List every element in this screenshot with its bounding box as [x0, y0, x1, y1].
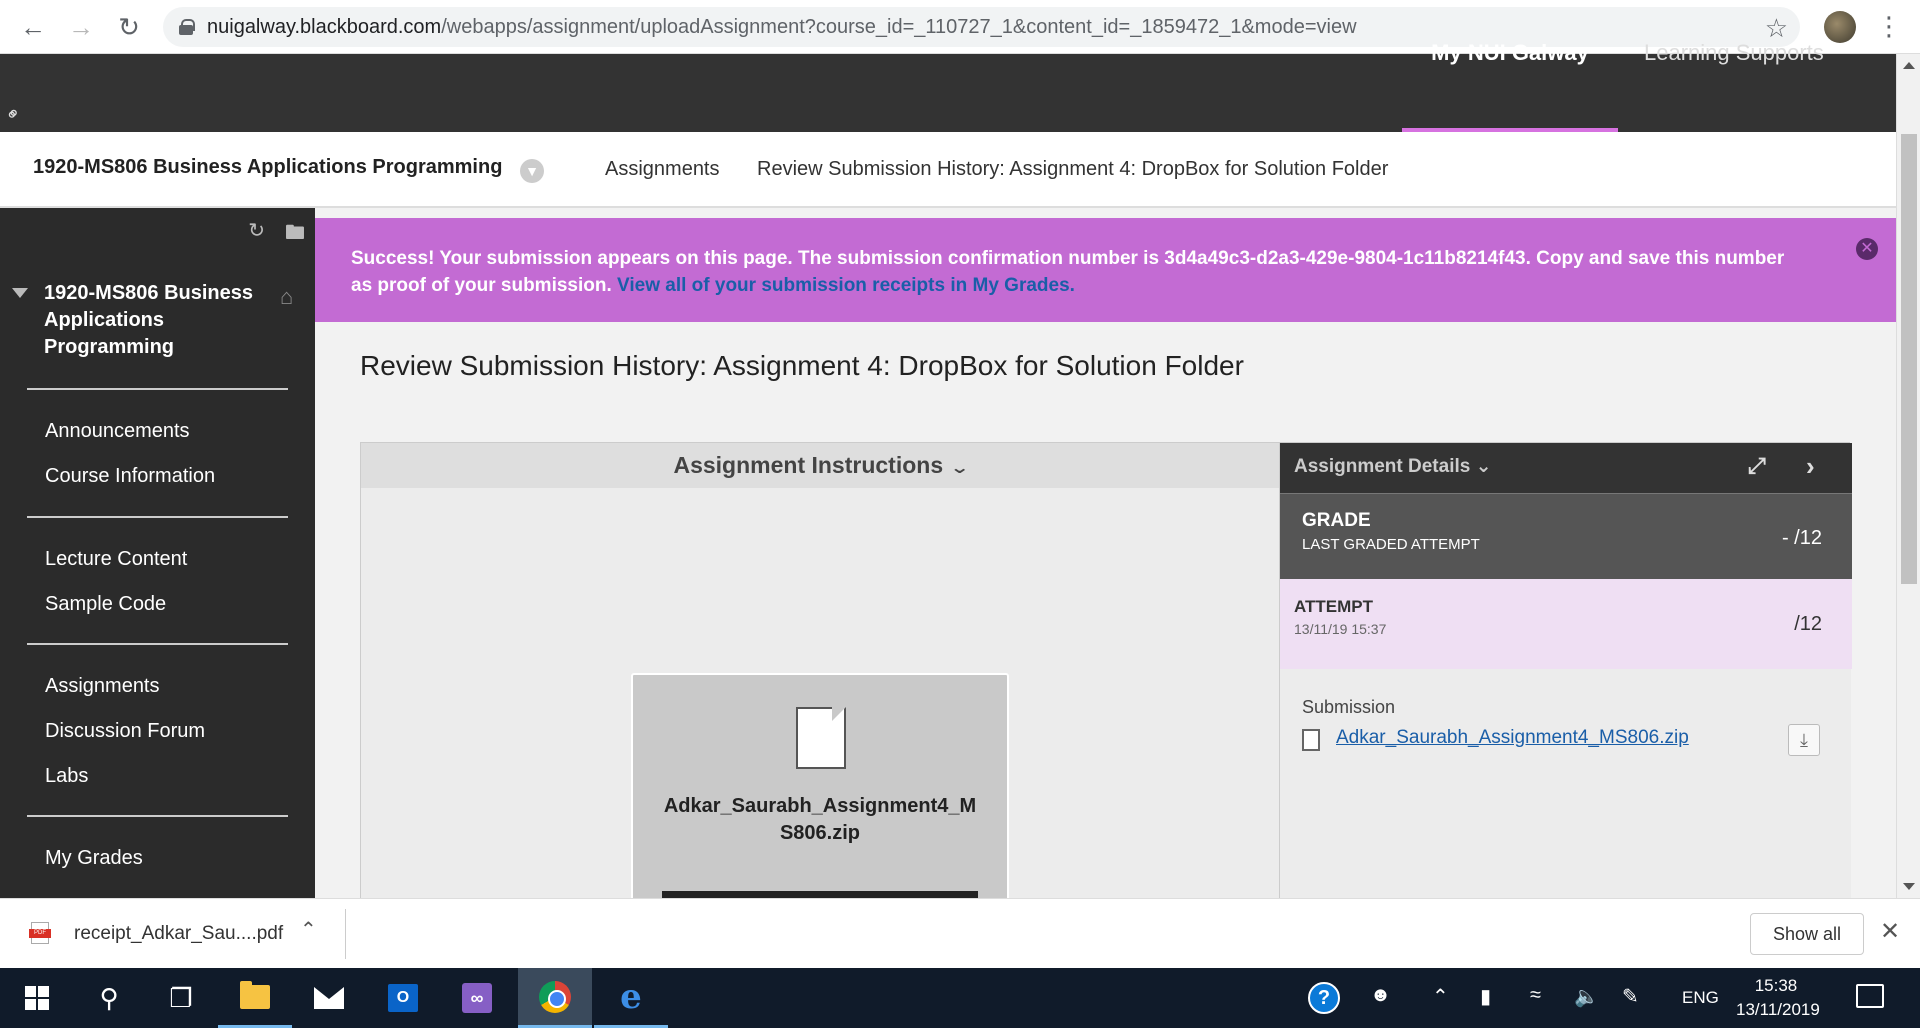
- file-preview-card[interactable]: Adkar_Saurabh_Assignment4_MS806.zip: [631, 673, 1009, 898]
- home-icon[interactable]: ⌂: [280, 284, 293, 310]
- forward-icon[interactable]: →: [64, 10, 98, 44]
- download-icon[interactable]: ⤓: [1788, 724, 1820, 756]
- battery-icon[interactable]: ▮: [1480, 984, 1491, 1009]
- browser-menu-icon[interactable]: ⋮: [1876, 10, 1902, 44]
- wifi-icon[interactable]: ≈: [1530, 984, 1541, 1007]
- file-icon: [1302, 729, 1320, 751]
- chevron-down-icon: ⌄: [949, 460, 970, 477]
- sidebar-item-announcements[interactable]: Announcements: [45, 420, 190, 443]
- sidebar-item-my-grades[interactable]: My Grades: [45, 847, 143, 870]
- page-scrollbar[interactable]: [1896, 54, 1920, 898]
- chevron-right-icon[interactable]: ›: [1806, 451, 1815, 482]
- chrome-icon[interactable]: [518, 968, 592, 1028]
- instructions-toggle[interactable]: Assignment Instructions ⌄: [361, 443, 1279, 488]
- preview-file-name: Adkar_Saurabh_Assignment4_MS806.zip: [663, 795, 977, 844]
- sidebar-item-assignments[interactable]: Assignments: [45, 675, 160, 698]
- link-icon[interactable]: ⚭: [1, 102, 27, 128]
- reload-icon[interactable]: ↻: [112, 10, 146, 44]
- main-content: Success! Your submission appears on this…: [315, 208, 1896, 898]
- file-icon: [796, 707, 846, 769]
- help-icon[interactable]: ?: [1308, 982, 1340, 1014]
- language-indicator[interactable]: ENG: [1682, 988, 1719, 1008]
- attempt-row[interactable]: ATTEMPT 13/11/19 15:37 /12: [1280, 579, 1852, 669]
- scroll-up-icon[interactable]: [1903, 62, 1915, 69]
- chevron-up-icon[interactable]: ⌃: [1432, 984, 1449, 1009]
- mail-icon[interactable]: [292, 968, 366, 1028]
- pdf-icon: [29, 922, 51, 944]
- chevron-up-icon[interactable]: ⌃: [300, 917, 317, 942]
- course-menu: ↻ 🖿 1920-MS806 Business Applications Pro…: [0, 208, 315, 898]
- divider: [27, 388, 288, 390]
- success-banner: Success! Your submission appears on this…: [315, 218, 1896, 322]
- grade-summary: GRADE LAST GRADED ATTEMPT - /12: [1280, 493, 1852, 579]
- submission-label: Submission: [1302, 697, 1396, 717]
- sidebar-item-course-information[interactable]: Course Information: [45, 465, 215, 488]
- breadcrumb-current: Review Submission History: Assignment 4:…: [757, 158, 1389, 180]
- lock-icon: [179, 19, 195, 35]
- sidebar-item-lecture-content[interactable]: Lecture Content: [45, 548, 187, 571]
- scroll-down-icon[interactable]: [1903, 883, 1915, 890]
- details-header[interactable]: Assignment Details ⌄ ⤢ ›: [1280, 443, 1852, 493]
- breadcrumb-assignments[interactable]: Assignments: [605, 158, 720, 181]
- attempt-value: /12: [1794, 613, 1822, 635]
- visual-studio-icon[interactable]: ∞: [440, 968, 514, 1028]
- close-icon[interactable]: ✕: [1880, 917, 1900, 946]
- tab-my-nui-galway[interactable]: My NUI Galway: [1402, 42, 1618, 132]
- search-icon[interactable]: ⚲: [72, 968, 146, 1028]
- page-title: Review Submission History: Assignment 4:…: [360, 350, 1244, 381]
- windows-start-icon[interactable]: [0, 968, 74, 1028]
- tab-learning-supports[interactable]: Learning Supports: [1644, 42, 1824, 132]
- edge-icon[interactable]: e: [594, 968, 668, 1028]
- attempt-date: 13/11/19 15:37: [1294, 621, 1387, 637]
- refresh-icon[interactable]: ↻: [248, 218, 265, 252]
- task-view-icon[interactable]: ❐: [144, 968, 218, 1028]
- sidebar-item-discussion-forum[interactable]: Discussion Forum: [45, 720, 205, 743]
- site-header: ⚭ My NUI Galway Learning Supports: [0, 42, 1896, 132]
- show-all-button[interactable]: Show all: [1750, 913, 1864, 955]
- file-explorer-icon[interactable]: [218, 968, 292, 1028]
- scroll-thumb[interactable]: [1901, 134, 1917, 584]
- people-icon[interactable]: ☻: [1370, 984, 1391, 1007]
- notification-icon[interactable]: [1856, 984, 1884, 1008]
- url-text: nuigalway.blackboard.com/webapps/assignm…: [207, 15, 1357, 38]
- sidebar-item-labs[interactable]: Labs: [45, 765, 88, 788]
- collapse-caret-icon[interactable]: [12, 288, 28, 298]
- folder-view-icon[interactable]: 🖿: [285, 218, 305, 252]
- clock[interactable]: 15:38 13/11/2019: [1736, 974, 1820, 1022]
- downloaded-file[interactable]: receipt_Adkar_Sau....pdf: [74, 923, 283, 945]
- volume-icon[interactable]: 🔈: [1574, 984, 1599, 1009]
- chevron-down-icon[interactable]: ▼: [520, 159, 544, 183]
- back-icon[interactable]: ←: [16, 10, 50, 44]
- profile-avatar[interactable]: [1824, 11, 1856, 43]
- download-shelf: receipt_Adkar_Sau....pdf ⌃ Show all ✕: [0, 898, 1920, 968]
- divider: [27, 815, 288, 817]
- pen-icon[interactable]: ✎: [1622, 984, 1639, 1009]
- expand-icon[interactable]: ⤢: [1748, 453, 1766, 479]
- breadcrumb: 1920-MS806 Business Applications Program…: [0, 132, 1896, 208]
- download-bar[interactable]: [662, 891, 978, 898]
- breadcrumb-course[interactable]: 1920-MS806 Business Applications Program…: [33, 156, 502, 179]
- close-icon[interactable]: ✕: [1856, 238, 1878, 260]
- grade-value: - /12: [1781, 527, 1822, 549]
- submission-file-link[interactable]: Adkar_Saurabh_Assignment4_MS806.zip: [1336, 727, 1689, 749]
- browser-toolbar: ← → ↻ nuigalway.blackboard.com/webapps/a…: [0, 0, 1920, 54]
- outlook-icon[interactable]: O: [366, 968, 440, 1028]
- sidebar-course-title[interactable]: 1920-MS806 Business Applications Program…: [44, 280, 264, 361]
- sidebar-item-sample-code[interactable]: Sample Code: [45, 593, 166, 616]
- windows-taskbar: ⚲ ❐ O ∞ e ? ☻ ⌃ ▮ ≈ 🔈 ✎ ENG 15:38 13/11/…: [0, 968, 1920, 1028]
- receipts-link[interactable]: View all of your submission receipts in …: [617, 275, 1075, 296]
- divider: [27, 516, 288, 518]
- assignment-details: Assignment Details ⌄ ⤢ › GRADE LAST GRAD…: [1279, 443, 1852, 898]
- submission-panel: Assignment Instructions ⌄ Adkar_Saurabh_A…: [360, 442, 1852, 898]
- divider: [27, 643, 288, 645]
